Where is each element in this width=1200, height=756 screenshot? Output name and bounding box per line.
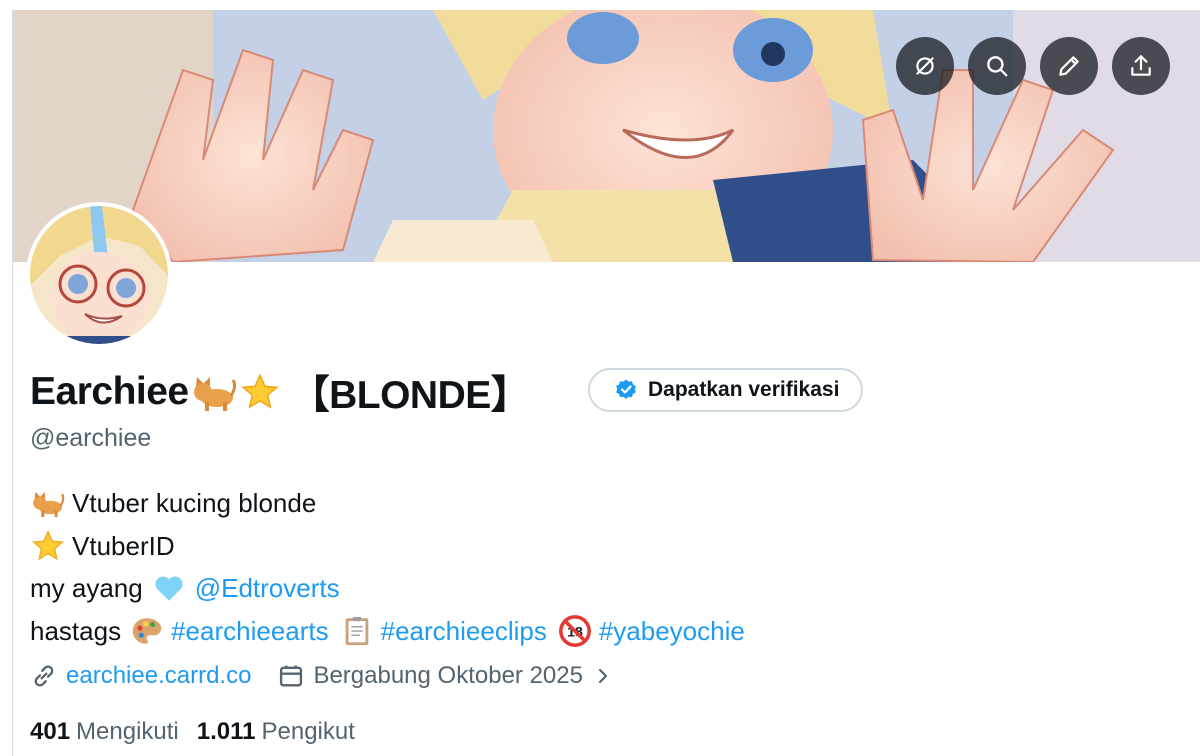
avatar-image [30, 206, 168, 344]
star-emoji-icon [240, 373, 279, 409]
share-icon [1131, 55, 1151, 76]
joined-date-item[interactable]: Bergabung Oktober 2025 [277, 662, 615, 690]
search-button[interactable] [968, 37, 1026, 95]
name-row: Earchiee 【BLONDE】 [30, 364, 530, 420]
profile-meta: earchiee.carrd.co Bergabung Oktober 2025 [30, 662, 641, 690]
link-icon [34, 665, 54, 687]
avatar[interactable] [26, 202, 172, 348]
clipboard-emoji-icon [339, 613, 375, 649]
follow-stats: 401 Mengikuti 1.011 Pengikut [30, 718, 373, 746]
get-verified-label: Dapatkan verifikasi [648, 378, 840, 401]
no-repost-icon [916, 57, 934, 75]
get-verified-button[interactable]: Dapatkan verifikasi [588, 368, 864, 412]
star-emoji-icon [30, 528, 66, 564]
bio-line: Vtuber kucing blonde [30, 482, 745, 525]
banner-action-bar [896, 37, 1170, 95]
verified-badge-icon [616, 379, 636, 399]
cat-emoji-icon [30, 485, 66, 521]
bio-text: VtuberID [72, 530, 175, 561]
joined-date-text: Bergabung Oktober 2025 [313, 662, 583, 689]
bio-line: my ayang @Edtroverts [30, 567, 745, 610]
following-count: 401 [30, 718, 71, 745]
profile-page: Earchiee 【BLONDE】 Dapatkan verifikasi @e… [0, 0, 1200, 756]
followers-link[interactable]: 1.011 Pengikut [197, 718, 355, 746]
profile-banner[interactable] [13, 10, 1200, 262]
edit-button[interactable] [1040, 37, 1098, 95]
bio-text: Vtuber kucing blonde [72, 488, 317, 518]
cat-emoji-icon [193, 377, 236, 411]
mute-toggle-button[interactable] [896, 37, 954, 95]
bio-text: my ayang [30, 573, 143, 603]
username-handle: @earchiee [30, 424, 152, 452]
display-name-suffix: 【BLONDE】 [290, 374, 530, 417]
website-link[interactable]: earchiee.carrd.co [66, 662, 251, 690]
following-link[interactable]: 401 Mengikuti [30, 718, 179, 746]
bio-text: hastags [30, 615, 122, 646]
pencil-icon [1059, 56, 1079, 76]
bio-line: VtuberID [30, 525, 745, 568]
light-blue-heart-icon [151, 570, 187, 606]
chevron-right-icon [598, 668, 608, 684]
bio-line: hastags #earchieearts #earchieeclips 18 … [30, 610, 745, 653]
hashtag-link[interactable]: #earchieeclips [381, 610, 547, 653]
followers-label: Pengikut [261, 718, 355, 745]
display-name: Earchiee [30, 370, 189, 413]
share-button[interactable] [1112, 37, 1170, 95]
hashtag-link[interactable]: #yabeyochie [599, 610, 745, 653]
no-one-under-eighteen-emoji-icon: 18 [557, 613, 593, 649]
bio: Vtuber kucing blonde VtuberID my ayang @… [30, 482, 745, 652]
palette-emoji-icon [129, 613, 165, 649]
following-label: Mengikuti [76, 718, 179, 745]
calendar-icon [280, 665, 303, 687]
hashtag-link[interactable]: #earchieearts [171, 610, 329, 653]
search-icon [987, 56, 1008, 77]
website-item: earchiee.carrd.co [30, 662, 251, 690]
mention-link[interactable]: @Edtroverts [195, 567, 340, 610]
followers-count: 1.011 [196, 718, 256, 745]
